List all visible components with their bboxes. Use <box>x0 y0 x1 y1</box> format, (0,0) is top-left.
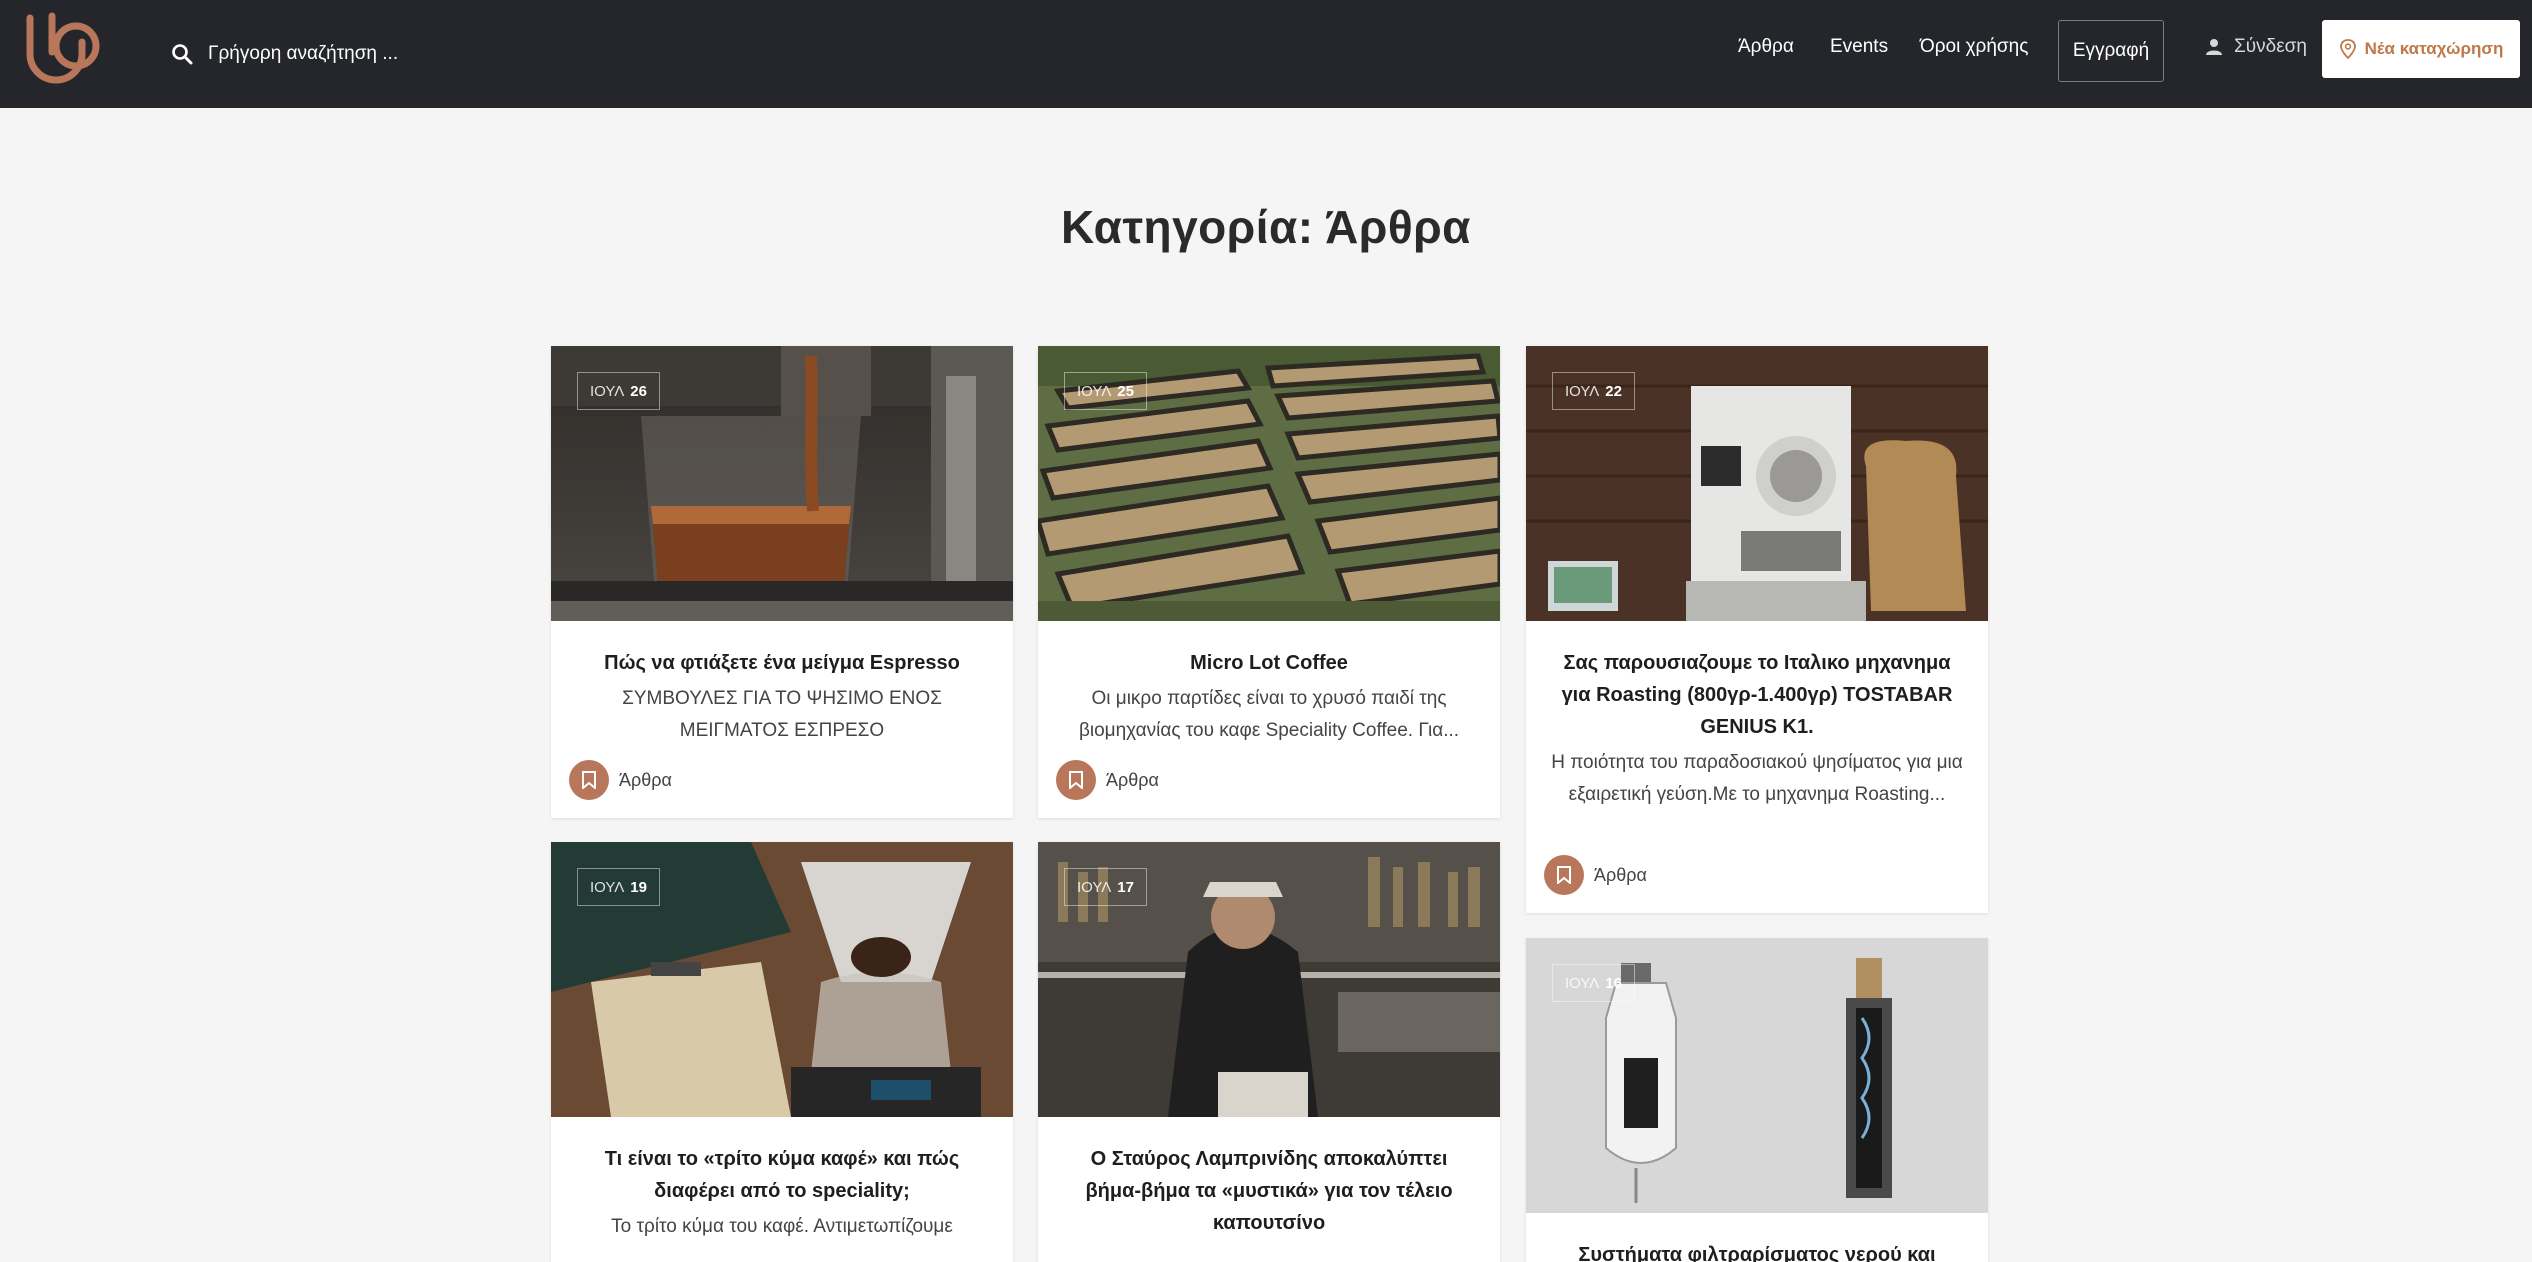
date-day: 17 <box>1117 878 1134 896</box>
map-pin-icon <box>2339 39 2356 59</box>
article-category[interactable]: Άρθρα <box>1056 760 1159 800</box>
new-listing-label: Νέα καταχώρηση <box>2364 39 2504 58</box>
date-month: ΙΟΥΛ <box>1565 382 1600 400</box>
article-card[interactable]: ΙΟΥΛ 22 Σας παρουσιαζουμε το Ιταλικο μηχ… <box>1526 346 1988 913</box>
article-card[interactable]: ΙΟΥΛ 26 Πώς να φτιάξετε ένα μείγμα Espre… <box>551 346 1013 818</box>
search-icon <box>172 44 193 65</box>
date-month: ΙΟΥΛ <box>1565 974 1600 992</box>
new-listing-button[interactable]: Νέα καταχώρηση <box>2322 20 2520 78</box>
article-excerpt: Η ποιότητα του παραδοσιακού ψησίματος γι… <box>1551 752 1963 805</box>
bookmark-icon <box>569 760 609 800</box>
article-image-roaster[interactable]: ΙΟΥΛ 22 <box>1526 346 1988 621</box>
article-category[interactable]: Άρθρα <box>569 760 672 800</box>
nav-events[interactable]: Events <box>1830 36 1888 58</box>
article-title[interactable]: Micro Lot Coffee <box>1062 647 1476 679</box>
article-category[interactable]: Άρθρα <box>1544 855 1647 895</box>
article-title[interactable]: Τι είναι το «τρίτο κύμα καφέ» και πώς δι… <box>575 1143 989 1207</box>
article-image-water-filters[interactable]: ΙΟΥΛ 16 <box>1526 938 1988 1213</box>
date-day: 25 <box>1117 382 1134 400</box>
date-month: ΙΟΥΛ <box>1077 878 1112 896</box>
article-card[interactable]: ΙΟΥΛ 17 Ο Σταύρος Λαμπρινίδης αποκαλύπτε… <box>1038 842 1500 1262</box>
date-day: 19 <box>630 878 647 896</box>
article-card[interactable]: ΙΟΥΛ 25 Micro Lot Coffee Οι μικρο παρτίδ… <box>1038 346 1500 818</box>
login-link[interactable]: Σύνδεση <box>2204 36 2307 58</box>
article-title[interactable]: Ο Σταύρος Λαμπρινίδης αποκαλύπτει βήμα-β… <box>1062 1143 1476 1239</box>
date-month: ΙΟΥΛ <box>590 878 625 896</box>
article-card[interactable]: ΙΟΥΛ 19 Τι είναι το «τρίτο κύμα καφέ» κα… <box>551 842 1013 1262</box>
date-badge: ΙΟΥΛ 22 <box>1552 372 1635 410</box>
date-badge: ΙΟΥΛ 25 <box>1064 372 1147 410</box>
date-badge: ΙΟΥΛ 26 <box>577 372 660 410</box>
date-day: 22 <box>1605 382 1622 400</box>
bookmark-icon <box>1056 760 1096 800</box>
article-image-espresso[interactable]: ΙΟΥΛ 26 <box>551 346 1013 621</box>
date-month: ΙΟΥΛ <box>590 382 625 400</box>
login-label: Σύνδεση <box>2234 36 2307 57</box>
register-button[interactable]: Εγγραφή <box>2058 20 2164 82</box>
date-badge: ΙΟΥΛ 19 <box>577 868 660 906</box>
quick-search[interactable]: Γρήγορη αναζήτηση ... <box>170 34 398 74</box>
nav-articles[interactable]: Άρθρα <box>1738 36 1794 58</box>
article-image-barista[interactable]: ΙΟΥΛ 17 <box>1038 842 1500 1117</box>
category-label: Άρθρα <box>1594 864 1647 885</box>
category-label: Άρθρα <box>1106 769 1159 790</box>
article-title[interactable]: Πώς να φτιάξετε ένα μείγμα Espresso <box>575 647 989 679</box>
page-title: Κατηγορία: Άρθρα <box>1061 201 1471 253</box>
date-badge: ΙΟΥΛ 16 <box>1552 964 1635 1002</box>
article-title[interactable]: Σας παρουσιαζουμε το Ιταλικο μηχανημα γι… <box>1550 647 1964 743</box>
date-day: 16 <box>1605 974 1622 992</box>
bookmark-icon <box>1544 855 1584 895</box>
date-day: 26 <box>630 382 647 400</box>
date-month: ΙΟΥΛ <box>1077 382 1112 400</box>
article-excerpt: Το τρίτο κύμα του καφέ. Αντιμετωπίζουμε <box>611 1216 953 1237</box>
nav-terms[interactable]: Όροι χρήσης <box>1920 36 2028 58</box>
date-badge: ΙΟΥΛ 17 <box>1064 868 1147 906</box>
user-icon <box>2206 39 2222 55</box>
article-excerpt: Οι μικρο παρτίδες είναι το χρυσό παιδί τ… <box>1078 688 1460 741</box>
site-header: Γρήγορη αναζήτηση ... Άρθρα Events Όροι … <box>0 0 2532 108</box>
article-card[interactable]: ΙΟΥΛ 16 Συστήματα φιλτραρίσματος νερού κ… <box>1526 938 1988 1262</box>
article-excerpt: ΣΥΜΒΟΥΛΕΣ ΓΙΑ ΤΟ ΨΗΣΙΜΟ ΕΝΟΣ ΜΕΙΓΜΑΤΟΣ Ε… <box>622 688 942 741</box>
category-label: Άρθρα <box>619 769 672 790</box>
search-input[interactable]: Γρήγορη αναζήτηση ... <box>208 43 398 65</box>
register-label: Εγγραφή <box>2072 40 2150 61</box>
article-image-drying-beds[interactable]: ΙΟΥΛ 25 <box>1038 346 1500 621</box>
site-logo[interactable] <box>24 12 112 88</box>
article-image-pour-over[interactable]: ΙΟΥΛ 19 <box>551 842 1013 1117</box>
